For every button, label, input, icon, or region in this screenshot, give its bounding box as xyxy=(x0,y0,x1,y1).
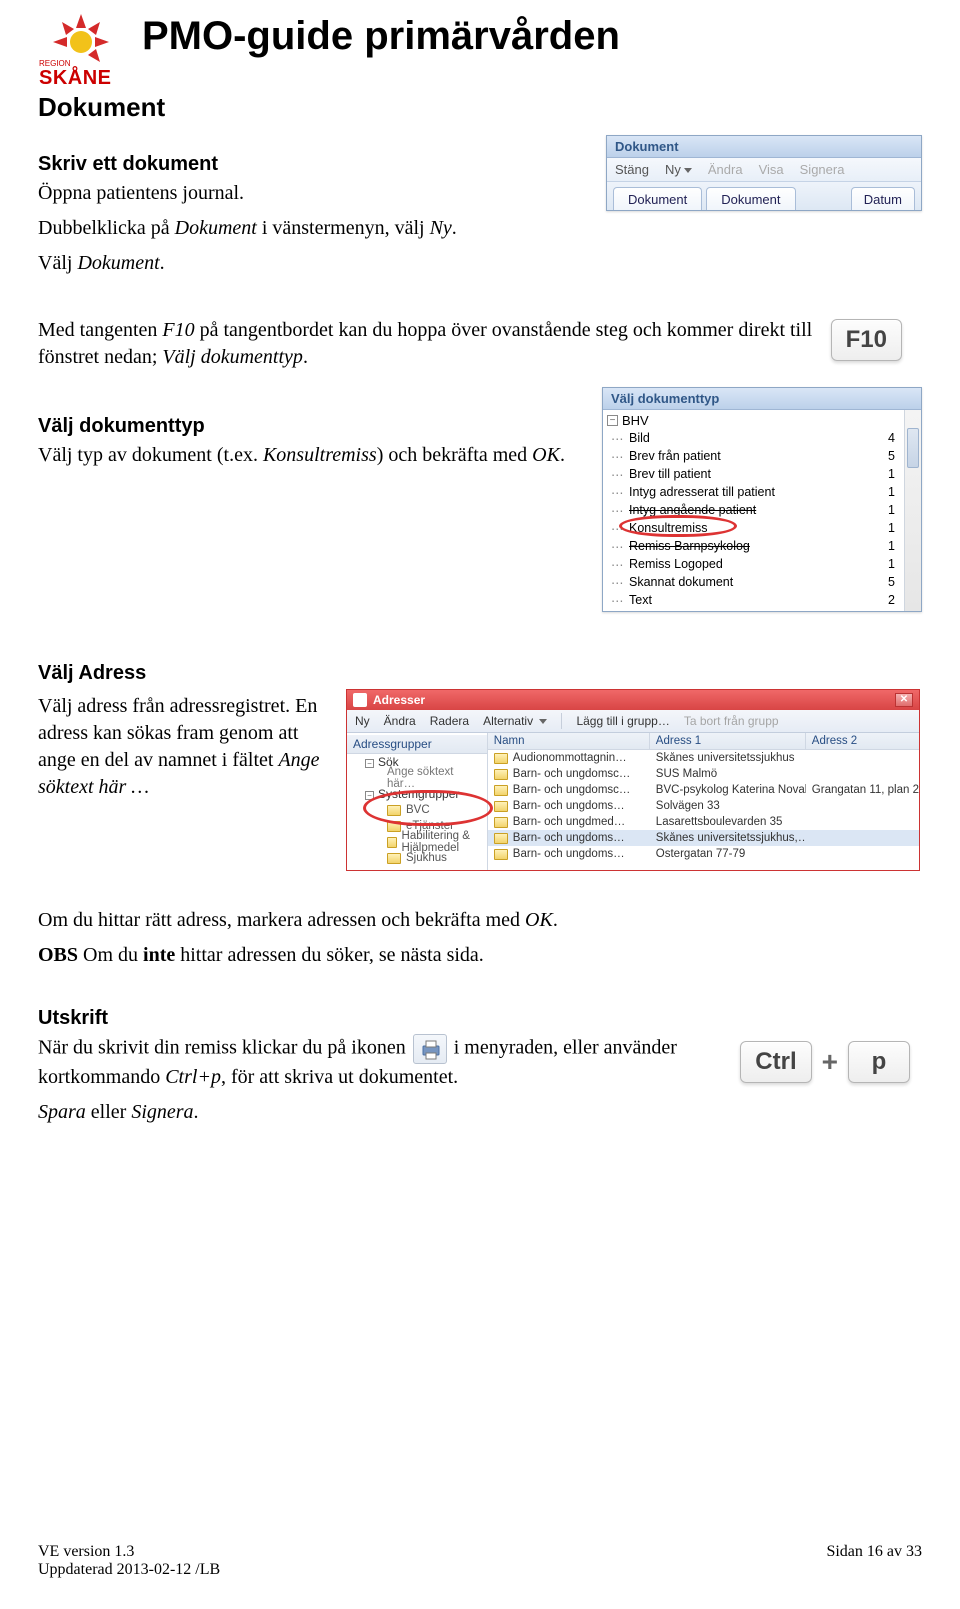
toolbar-radera[interactable]: Radera xyxy=(430,714,469,728)
adressgrupper-header: Adressgrupper xyxy=(347,735,487,754)
ctrl-p-shortcut: Ctrl + p xyxy=(740,1041,910,1083)
ctrl-key-icon: Ctrl xyxy=(740,1041,811,1083)
sun-icon xyxy=(47,8,115,64)
skriv-p1: Öppna patientens journal. xyxy=(38,180,588,207)
toolbar-alternativ[interactable]: Alternativ xyxy=(483,714,547,728)
adresser-toolbar: Ny Ändra Radera Alternativ Lägg till i g… xyxy=(347,710,919,733)
toolbar-stang[interactable]: Stäng xyxy=(615,162,649,177)
adresser-table: Namn Adress 1 Adress 2 Audionommottagnin… xyxy=(488,733,919,870)
f10-key-icon: F10 xyxy=(831,319,902,361)
toolbar-signera[interactable]: Signera xyxy=(800,162,845,177)
tab-dokument-2[interactable]: Dokument xyxy=(706,187,795,210)
toolbar-andra[interactable]: Ändra xyxy=(708,162,743,177)
footer-page-num: Sidan 16 av 33 xyxy=(826,1543,922,1561)
print-icon xyxy=(413,1034,447,1064)
pane-toolbar: Stäng Ny Ändra Visa Signera xyxy=(607,158,921,182)
tree-item[interactable]: ⋯Brev till patient1 xyxy=(603,465,921,483)
tree-root[interactable]: − BHV xyxy=(603,412,921,429)
toolbar-laggtill[interactable]: Lägg till i grupp… xyxy=(576,714,669,728)
logo-main-text: SKÅNE xyxy=(39,68,123,88)
close-icon[interactable]: ✕ xyxy=(895,693,913,707)
table-row[interactable]: Barn- och ungdoms…Östergatan 77-79 xyxy=(488,846,919,862)
col-adress1[interactable]: Adress 1 xyxy=(650,733,806,749)
tree-item[interactable]: ⋯Brev från patient5 xyxy=(603,447,921,465)
table-row[interactable]: Audionommottagnin…Skånes universitetssju… xyxy=(488,750,919,766)
valj-dokumenttyp-pane: Välj dokumenttyp − BHV ⋯Bild4⋯Brev från … xyxy=(602,387,922,612)
tree-item[interactable]: ⋯Skannat dokument5 xyxy=(603,573,921,591)
toolbar-ny2[interactable]: Ny xyxy=(355,714,370,728)
toolbar-visa[interactable]: Visa xyxy=(759,162,784,177)
page-footer: VE version 1.3 Uppdaterad 2013-02-12 /LB… xyxy=(38,1543,922,1579)
toolbar-tabort: Ta bort från grupp xyxy=(684,714,779,728)
tree-item[interactable]: ⋯Intyg angående patient1 xyxy=(603,501,921,519)
table-row[interactable]: Barn- och ungdoms…Skånes universitetssju… xyxy=(488,830,919,846)
footer-version: VE version 1.3 xyxy=(38,1543,220,1561)
heading-valj-dokumenttyp: Välj dokumenttyp xyxy=(38,415,584,438)
heading-utskrift: Utskrift xyxy=(38,1007,722,1030)
tree-item[interactable]: ⋯Remiss Logoped1 xyxy=(603,555,921,573)
tree-item[interactable]: ⋯Text2 xyxy=(603,591,921,609)
pane-titlebar: Dokument xyxy=(607,136,921,158)
pmo-dokument-pane: Dokument Stäng Ny Ändra Visa Signera Dok… xyxy=(606,135,922,211)
col-adress2[interactable]: Adress 2 xyxy=(806,733,919,749)
chevron-down-icon xyxy=(684,168,692,173)
skriv-p3: Välj Dokument. xyxy=(38,250,588,277)
heading-skriv: Skriv ett dokument xyxy=(38,153,588,176)
tree-item[interactable]: ⋯Intyg adresserat till patient1 xyxy=(603,483,921,501)
p-key-icon: p xyxy=(848,1041,910,1083)
toolbar-andra2[interactable]: Ändra xyxy=(384,714,416,728)
spara-signera: Spara eller Signera. xyxy=(38,1099,722,1126)
page-title: PMO-guide primärvården xyxy=(142,8,922,59)
tree-item[interactable]: ⋯Konsultremiss1 xyxy=(603,519,921,537)
sidebar-folder-item[interactable]: BVC xyxy=(347,802,487,818)
table-row[interactable]: Barn- och ungdoms…Solvägen 33 xyxy=(488,798,919,814)
region-skane-logo: REGION SKÅNE xyxy=(38,8,124,88)
valj-dokumenttyp-p: Välj typ av dokument (t.ex. Konsultremis… xyxy=(38,442,584,469)
table-row[interactable]: Barn- och ungdomsc…BVC-psykolog Katerina… xyxy=(488,782,919,798)
sidebar-folder-item[interactable]: Habilitering & Hjälpmedel xyxy=(347,834,487,850)
valj-adress-p: Välj adress från adressregistret. En adr… xyxy=(38,693,328,801)
tab-dokument-1[interactable]: Dokument xyxy=(613,187,702,210)
tree-item[interactable]: ⋯Bild4 xyxy=(603,429,921,447)
adresser-sidebar: Adressgrupper −Sök Ange söktext här… −Sy… xyxy=(347,733,488,870)
section-heading-dokument: Dokument xyxy=(38,92,922,123)
tree-item[interactable]: ⋯Remiss Barnpsykolog1 xyxy=(603,537,921,555)
adresser-title: Adresser xyxy=(373,693,425,707)
f10-paragraph: Med tangenten F10 på tangentbordet kan d… xyxy=(38,317,813,371)
tree-title: Välj dokumenttyp xyxy=(603,388,921,410)
adresser-window: Adresser ✕ Ny Ändra Radera Alternativ Lä… xyxy=(346,689,920,871)
skriv-p2: Dubbelklicka på Dokument i vänstermenyn,… xyxy=(38,215,588,242)
after-addr-p1: Om du hittar rätt adress, markera adress… xyxy=(38,907,922,934)
toolbar-ny[interactable]: Ny xyxy=(665,162,692,177)
col-namn[interactable]: Namn xyxy=(488,733,650,749)
search-input-row[interactable]: Ange söktext här… xyxy=(347,770,487,786)
table-row[interactable]: Barn- och ungdmed…Lasarettsboulevarden 3… xyxy=(488,814,919,830)
app-icon xyxy=(353,693,367,707)
tab-datum[interactable]: Datum xyxy=(851,187,915,210)
utskrift-p: När du skrivit din remiss klickar du på … xyxy=(38,1034,722,1091)
heading-valj-adress: Välj Adress xyxy=(38,662,922,685)
plus-icon: + xyxy=(822,1046,838,1078)
after-addr-p2: OBS Om du inte hittar adressen du söker,… xyxy=(38,942,922,969)
table-row[interactable]: Barn- och ungdomsc…SUS Malmö xyxy=(488,766,919,782)
footer-updated: Uppdaterad 2013-02-12 /LB xyxy=(38,1561,220,1579)
chevron-down-icon xyxy=(539,719,547,724)
scrollbar[interactable] xyxy=(904,410,921,611)
collapse-icon[interactable]: − xyxy=(607,415,618,426)
